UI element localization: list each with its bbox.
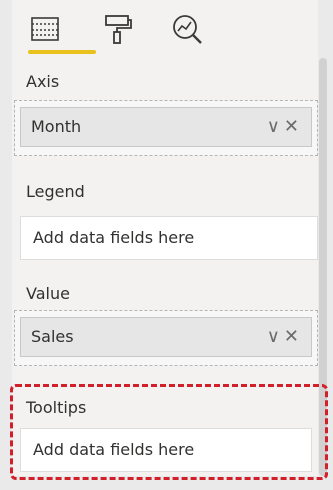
active-tab-indicator — [28, 50, 96, 54]
value-field-pill[interactable]: Sales ∨✕ — [20, 317, 312, 357]
format-paint-roller-icon[interactable] — [100, 12, 134, 46]
value-well[interactable]: Sales ∨✕ — [14, 310, 318, 366]
tooltips-placeholder: Add data fields here — [33, 440, 195, 459]
value-section-label: Value — [26, 284, 70, 303]
value-field-name: Sales — [31, 327, 74, 346]
axis-section-label: Axis — [26, 72, 60, 91]
fields-icon[interactable] — [28, 12, 62, 46]
axis-field-actions[interactable]: ∨✕ — [267, 116, 303, 137]
value-field-actions[interactable]: ∨✕ — [267, 326, 303, 347]
tooltips-drop-zone[interactable]: Add data fields here — [20, 428, 312, 472]
chevron-down-icon[interactable]: ∨ — [267, 116, 284, 137]
legend-section-label: Legend — [26, 182, 85, 201]
visualization-toolbar — [20, 8, 220, 60]
axis-field-name: Month — [31, 117, 82, 136]
tooltips-section-label: Tooltips — [26, 398, 87, 417]
fields-pane: Axis Month ∨✕ Legend Add data fields her… — [0, 0, 333, 490]
legend-drop-zone[interactable]: Add data fields here — [20, 216, 318, 260]
chevron-down-icon[interactable]: ∨ — [267, 326, 284, 347]
close-icon[interactable]: ✕ — [284, 326, 303, 347]
close-icon[interactable]: ✕ — [284, 116, 303, 137]
analytics-magnifier-icon[interactable] — [170, 12, 204, 46]
legend-placeholder: Add data fields here — [33, 228, 195, 247]
axis-field-pill[interactable]: Month ∨✕ — [20, 107, 312, 147]
axis-well[interactable]: Month ∨✕ — [14, 100, 318, 156]
